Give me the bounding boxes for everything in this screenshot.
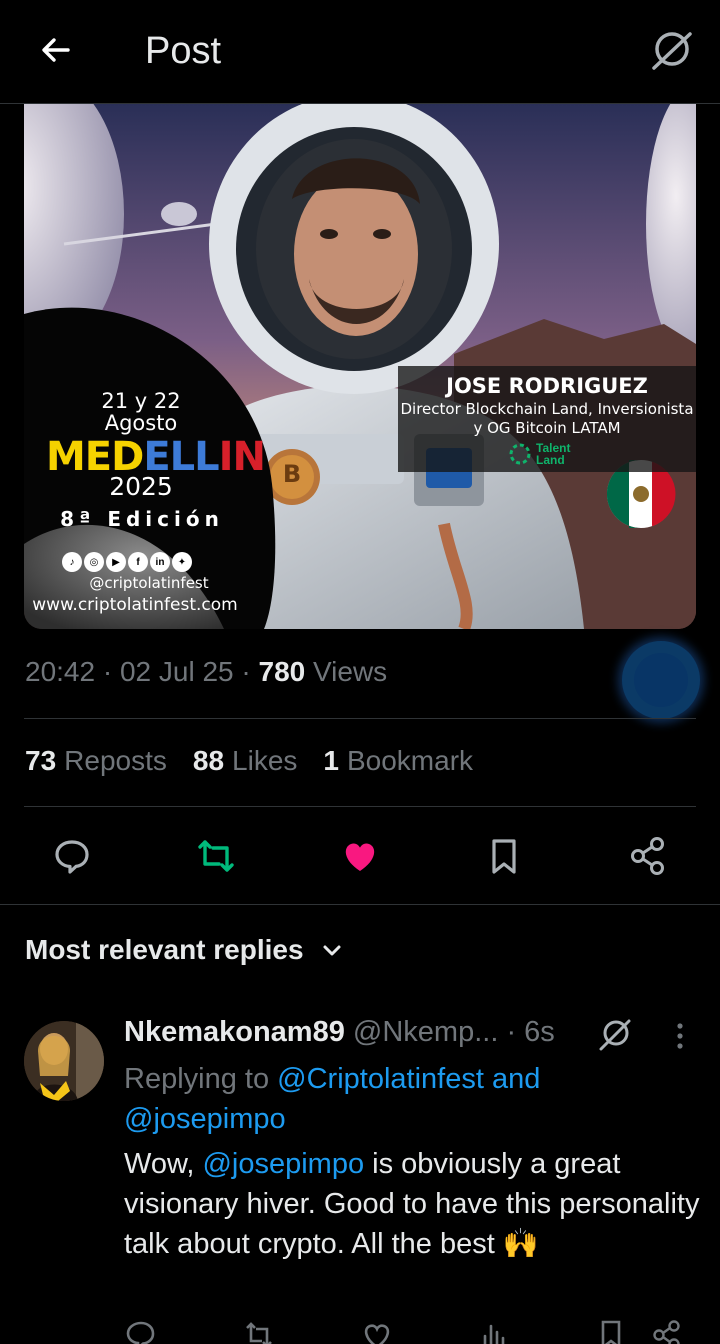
- sponsor-logo: Talent Land: [508, 442, 570, 466]
- app-logo-icon: [596, 1016, 634, 1054]
- twitter-icon: ✦: [172, 552, 192, 572]
- reply-action-bar: [124, 1318, 694, 1344]
- bitcoin-badge: B: [282, 460, 302, 488]
- reply-time: · 6s: [506, 1016, 555, 1048]
- post-image[interactable]: 21 y 22 Agosto MEDELLIN 2025 8ª Edición …: [24, 104, 696, 629]
- post-action-bar: [0, 826, 720, 886]
- share-icon[interactable]: [650, 1318, 684, 1344]
- post-time: 20:42: [25, 656, 96, 687]
- poster-handle: @criptolatinfest: [89, 574, 209, 592]
- avatar[interactable]: [24, 1021, 104, 1101]
- reposts-stat[interactable]: 73 Reposts: [25, 745, 167, 777]
- facebook-icon: f: [128, 552, 148, 572]
- like-icon[interactable]: [360, 1318, 394, 1344]
- bookmark-icon[interactable]: [594, 1318, 628, 1344]
- reply-body: Wow, @josepimpo is obviously a great vis…: [124, 1148, 700, 1260]
- reply-header: Nkemakonam89 @Nkemp... · 6s: [124, 1016, 555, 1049]
- back-arrow-icon[interactable]: [36, 30, 76, 70]
- event-year: 2025: [109, 472, 173, 501]
- raised-hands-emoji: 🙌: [502, 1228, 539, 1260]
- linkedin-icon: in: [150, 552, 170, 572]
- replying-to: Replying to @Criptolatinfest and @josepi…: [124, 1063, 541, 1135]
- bookmarks-stat[interactable]: 1 Bookmark: [323, 745, 473, 777]
- poster-website: www.criptolatinfest.com: [32, 595, 238, 615]
- reply-author-name[interactable]: Nkemakonam89: [124, 1016, 345, 1048]
- app-logo-icon[interactable]: [648, 28, 694, 74]
- mention-link[interactable]: @Criptolatinfest: [277, 1063, 484, 1095]
- views-icon[interactable]: [478, 1318, 512, 1344]
- speaker-role: Director Blockchain Land, Inversionista …: [400, 400, 694, 437]
- reply-author-handle[interactable]: @Nkemp...: [353, 1016, 498, 1048]
- sponsor-line2: Land: [536, 453, 565, 467]
- views-label: Views: [313, 656, 388, 687]
- repost-icon[interactable]: [186, 826, 246, 886]
- replies-sort-dropdown[interactable]: Most relevant replies: [25, 934, 344, 966]
- views-count: 780: [258, 656, 306, 687]
- more-options-icon[interactable]: [666, 1022, 694, 1050]
- chevron-down-icon: [323, 945, 341, 956]
- mention-link[interactable]: @josepimpo: [124, 1103, 286, 1135]
- event-edition: 8ª Edición: [60, 507, 224, 531]
- speaker-name: JOSE RODRIGUEZ: [446, 374, 648, 398]
- section-divider: [0, 904, 720, 905]
- instagram-icon: ◎: [84, 552, 104, 572]
- repost-icon[interactable]: [242, 1318, 276, 1344]
- like-icon[interactable]: [330, 826, 390, 886]
- reply-icon[interactable]: [124, 1318, 158, 1344]
- engagement-stats: 73 Reposts 88 Likes 1 Bookmark: [25, 745, 473, 777]
- tiktok-icon: ♪: [62, 552, 82, 572]
- social-icons: ♪ ◎ ▶ f in ✦: [62, 552, 192, 572]
- divider: [24, 718, 696, 719]
- post-date: 02 Jul 25: [119, 656, 234, 687]
- talent-land-icon: [509, 443, 531, 465]
- divider: [24, 806, 696, 807]
- replies-sort-label: Most relevant replies: [25, 934, 304, 965]
- speaker-card: JOSE RODRIGUEZ Director Blockchain Land,…: [398, 366, 696, 472]
- post-meta: 20:42 · 02 Jul 25 · 780 Views: [25, 656, 388, 687]
- likes-stat[interactable]: 88 Likes: [193, 745, 298, 777]
- event-dates: 21 y 22 Agosto: [101, 389, 181, 435]
- top-bar: Post: [0, 0, 720, 104]
- page-title: Post: [145, 30, 222, 72]
- youtube-icon: ▶: [106, 552, 126, 572]
- reply-icon[interactable]: [42, 826, 102, 886]
- mention-link[interactable]: @josepimpo: [202, 1148, 364, 1180]
- share-icon[interactable]: [618, 826, 678, 886]
- bookmark-icon[interactable]: [474, 826, 534, 886]
- floating-action-button[interactable]: [622, 641, 700, 719]
